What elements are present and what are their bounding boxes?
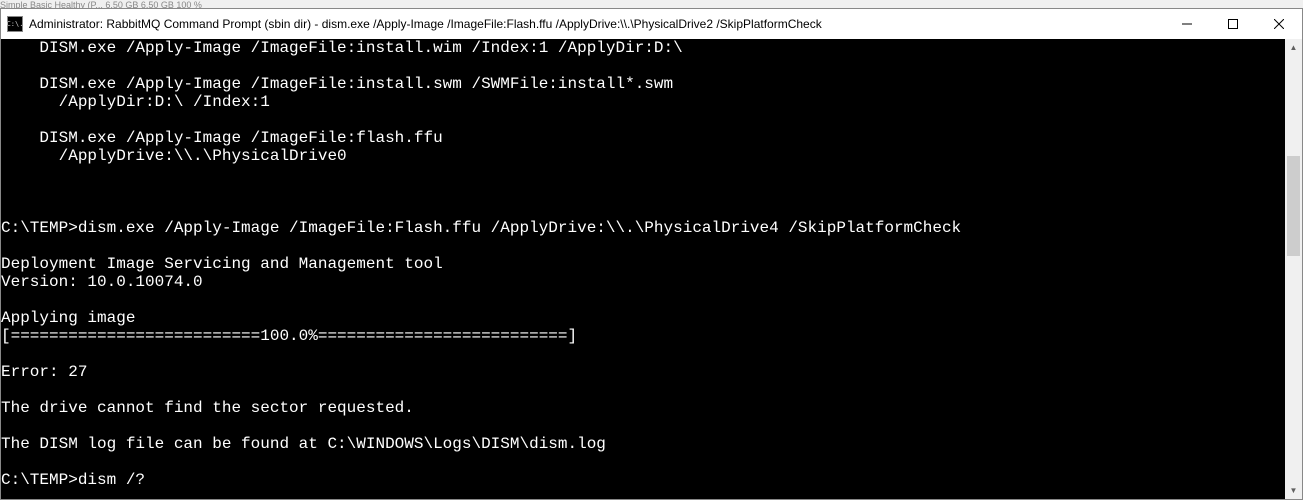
window-title: Administrator: RabbitMQ Command Prompt (… (29, 17, 1164, 31)
command-prompt-window: C:\. Administrator: RabbitMQ Command Pro… (0, 8, 1303, 500)
cmd-icon: C:\. (7, 16, 23, 32)
scrollbar-thumb[interactable] (1287, 156, 1300, 256)
background-window-hint: Simple Basic Healthy (P... 6.50 GB 6.50 … (0, 0, 1303, 8)
scrollbar-up-arrow-icon[interactable]: ▲ (1285, 39, 1302, 56)
terminal-output[interactable]: DISM.exe /Apply-Image /ImageFile:install… (1, 39, 1285, 499)
scrollbar-down-arrow-icon[interactable]: ▼ (1285, 482, 1302, 499)
titlebar[interactable]: C:\. Administrator: RabbitMQ Command Pro… (1, 9, 1302, 39)
scrollbar-track[interactable] (1285, 56, 1302, 482)
vertical-scrollbar[interactable]: ▲ ▼ (1285, 39, 1302, 499)
terminal-container: DISM.exe /Apply-Image /ImageFile:install… (1, 39, 1302, 499)
maximize-button[interactable] (1210, 9, 1256, 39)
close-button[interactable] (1256, 9, 1302, 39)
cmd-icon-text: C:\. (7, 21, 24, 28)
minimize-button[interactable] (1164, 9, 1210, 39)
window-controls (1164, 9, 1302, 39)
